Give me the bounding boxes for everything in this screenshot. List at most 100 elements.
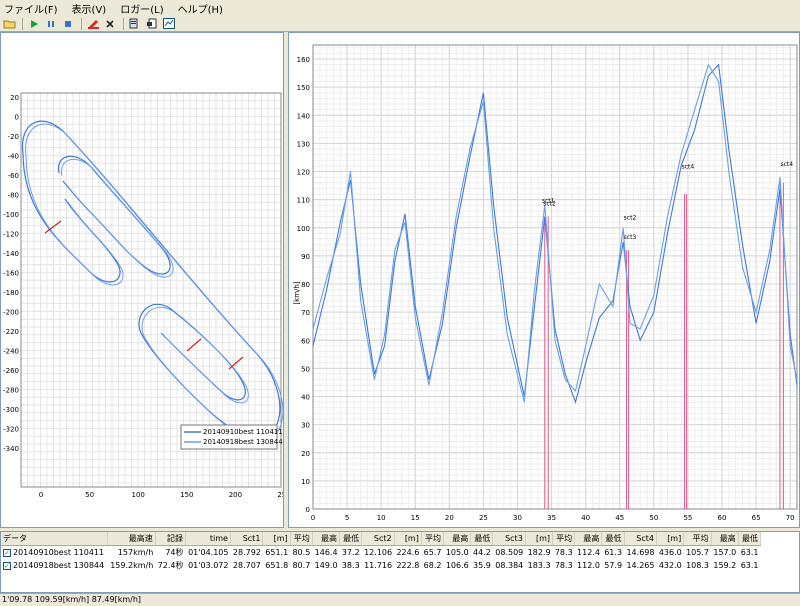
y-tick-label: 70 bbox=[301, 309, 310, 317]
table-cell: 28.792 bbox=[232, 548, 261, 557]
y-tick-label: 20 bbox=[10, 94, 19, 102]
table-body: ✓ 20140910best 110411 157km/h 74秒 01'04.105 2… bbox=[1, 546, 761, 573]
track-map[interactable]: 200-20-40-60-80-100-120-140-160-180-200-… bbox=[1, 33, 291, 527]
table-cell: 651.8 bbox=[265, 561, 289, 570]
table-header-cell[interactable]: [m] bbox=[525, 532, 554, 546]
table-cell: 57.9 bbox=[604, 561, 623, 570]
table-cell: 14.265 bbox=[626, 561, 655, 570]
menu-logger[interactable]: ロガー(L) bbox=[120, 1, 163, 16]
table-header-cell[interactable]: 平均 bbox=[683, 532, 712, 546]
table-cell: 08.509 bbox=[495, 548, 524, 557]
table-header-cell[interactable]: time bbox=[185, 532, 231, 546]
table-header-cell[interactable]: 最低 bbox=[601, 532, 625, 546]
table-header-row: データ 最高速 記録 time Sct1 [m] 平均 最高 最低 Sct2 [m] 平均 最高 最低 Sc… bbox=[1, 532, 762, 546]
stop-icon[interactable] bbox=[61, 17, 75, 30]
table-cell: 35.9 bbox=[473, 561, 491, 570]
track-line-lap2 bbox=[25, 123, 284, 442]
table-cell: 08.384 bbox=[495, 561, 524, 570]
x-tick-label: 35 bbox=[547, 514, 556, 522]
row-checkbox[interactable]: ✓ bbox=[3, 561, 11, 570]
x-tick-label: 40 bbox=[581, 514, 590, 522]
x-tick-label: 100 bbox=[132, 491, 145, 499]
y-tick-label: 110 bbox=[297, 197, 310, 205]
table-cell: 38.3 bbox=[341, 561, 360, 570]
y-tick-label: 80 bbox=[301, 281, 310, 289]
table-header-cell[interactable]: 最高 bbox=[711, 532, 739, 546]
open-icon[interactable] bbox=[2, 17, 16, 30]
speed-chart[interactable]: 1601501401301201101009080706050403020100… bbox=[289, 33, 799, 527]
y-tick-label: 0 bbox=[306, 506, 310, 514]
table-cell: 106.6 bbox=[445, 561, 469, 570]
table-cell: ✓ 20140910best 110411 bbox=[1, 546, 108, 560]
x-tick-label: 30 bbox=[513, 514, 522, 522]
y-tick-label: 130 bbox=[297, 140, 310, 148]
table-header-cell[interactable]: Sct4 bbox=[624, 532, 657, 546]
y-tick-label: -300 bbox=[3, 406, 19, 414]
table-header-cell[interactable]: Sct1 bbox=[230, 532, 264, 546]
table-cell: 11.716 bbox=[364, 561, 393, 570]
table-cell: 01'04.105 bbox=[188, 548, 229, 557]
delete-icon[interactable] bbox=[103, 17, 117, 30]
y-tick-label: -320 bbox=[3, 426, 19, 434]
track-legend: 20140910best 110411 20140918best 130844 bbox=[180, 424, 283, 450]
x-tick-label: 10 bbox=[377, 514, 386, 522]
status-bar: 1'09.78 109.59[km/h] 87.49[km/h] bbox=[0, 593, 800, 606]
table-cell: 74秒 bbox=[165, 548, 184, 557]
y-tick-label: -40 bbox=[8, 153, 19, 161]
table-cell: 108.3 bbox=[686, 561, 709, 570]
import-icon[interactable] bbox=[145, 17, 159, 30]
table-cell: 436.0 bbox=[658, 548, 682, 557]
pen-icon[interactable] bbox=[86, 17, 100, 30]
table-header-cell[interactable]: 平均 bbox=[421, 532, 444, 546]
play-icon[interactable] bbox=[27, 17, 41, 30]
row-checkbox[interactable]: ✓ bbox=[3, 548, 11, 557]
track-map-pane[interactable]: 20 0 -20 -40 -60 -80 -100 -120 -140 -160 -180 -200-… bbox=[0, 32, 291, 528]
table-cell: 78.3 bbox=[554, 561, 573, 570]
toolbar-separator bbox=[81, 17, 83, 30]
y-tick-label: -100 bbox=[3, 211, 19, 219]
table-header-cell[interactable]: 最低 bbox=[470, 532, 494, 546]
table-cell: 80.7 bbox=[292, 561, 311, 570]
table-cell: 44.2 bbox=[473, 548, 491, 557]
y-tick-label: 90 bbox=[301, 253, 310, 261]
x-tick-label: 0 bbox=[39, 491, 43, 499]
export-icon[interactable] bbox=[128, 17, 142, 30]
table-header-cell[interactable]: 平均 bbox=[290, 532, 313, 546]
table-header-cell[interactable]: 最低 bbox=[738, 532, 762, 546]
table-header-cell[interactable]: 平均 bbox=[552, 532, 576, 546]
table-cell: 28.707 bbox=[232, 561, 261, 570]
y-tick-label: -180 bbox=[3, 289, 19, 297]
table-cell: 183.3 bbox=[527, 561, 551, 570]
speed-chart-pane[interactable]: 160 150 140 130 120 110 100 90 80 70 60 50 40 30 20 10 0… bbox=[288, 32, 800, 528]
table-row[interactable]: ✓ 20140910best 110411 157km/h 74秒 01'04.105 2… bbox=[1, 546, 761, 560]
table-header-cell[interactable]: 最高 bbox=[312, 532, 341, 546]
x-tick-label: 50 bbox=[85, 491, 94, 499]
table-cell: 63.1 bbox=[740, 561, 759, 570]
menu-help[interactable]: ヘルプ(H) bbox=[178, 1, 223, 16]
menu-bar: ファイル(F) 表示(V) ロガー(L) ヘルプ(H) bbox=[0, 0, 800, 16]
menu-view[interactable]: 表示(V) bbox=[72, 1, 107, 16]
table-cell: 159.2km/h bbox=[110, 561, 154, 570]
table-header-cell[interactable]: 最高 bbox=[443, 532, 472, 546]
table-cell: 112.4 bbox=[577, 548, 600, 557]
y-axis-label: [km/h] bbox=[293, 281, 301, 304]
menu-file[interactable]: ファイル(F) bbox=[4, 1, 58, 16]
table-header-cell[interactable]: 最低 bbox=[339, 532, 363, 546]
table-cell: 112.0 bbox=[577, 561, 600, 570]
table-row[interactable]: ✓ 20140918best 130844 159.2km/h 72.4秒 01'03.… bbox=[1, 559, 761, 572]
chart-icon[interactable] bbox=[162, 17, 176, 30]
y-tick-label: 40 bbox=[301, 394, 310, 402]
x-tick-label: 20 bbox=[445, 514, 454, 522]
table-header-cell[interactable]: 記録 bbox=[155, 532, 187, 546]
table-header-cell[interactable]: 最高速 bbox=[107, 532, 156, 546]
table-header-cell[interactable]: 最高 bbox=[574, 532, 603, 546]
table-header-cell[interactable]: [m] bbox=[262, 532, 291, 546]
table-header-cell[interactable]: Sct2 bbox=[361, 532, 395, 546]
y-tick-label: 150 bbox=[297, 84, 310, 92]
table-header-cell[interactable]: [m] bbox=[656, 532, 685, 546]
y-tick-label: -260 bbox=[3, 367, 19, 375]
table-header-cell[interactable]: データ bbox=[1, 532, 109, 546]
pause-icon[interactable] bbox=[44, 17, 58, 30]
table-header-cell[interactable]: Sct3 bbox=[492, 532, 526, 546]
table-header-cell[interactable]: [m] bbox=[394, 532, 422, 546]
